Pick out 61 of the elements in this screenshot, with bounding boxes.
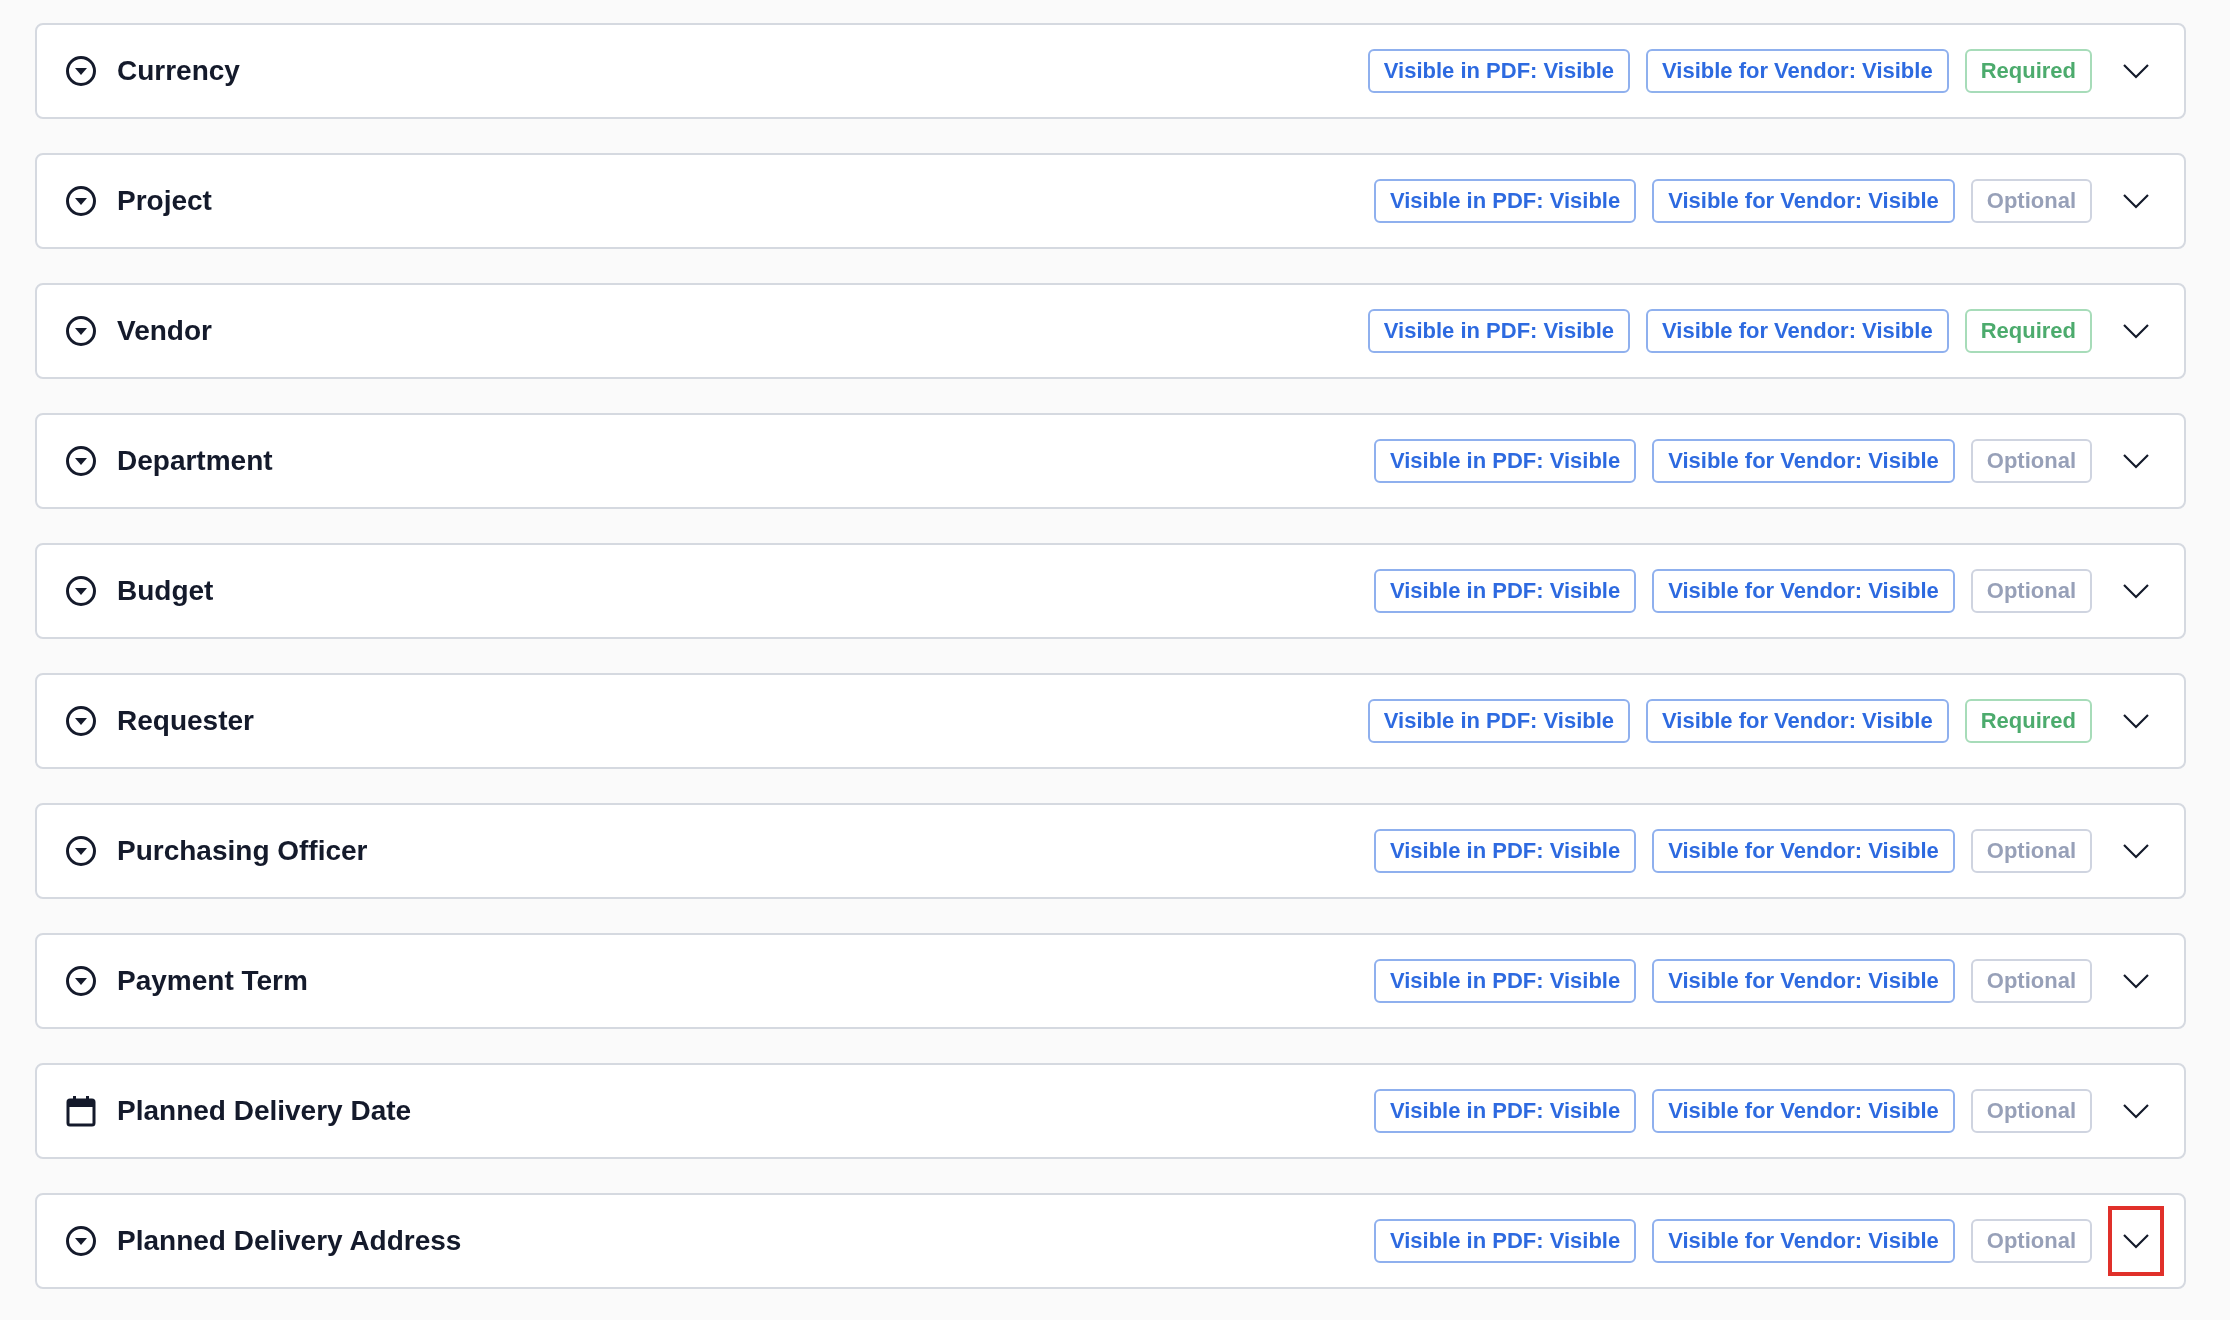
vendor-visibility-tag: Visible for Vendor: Visible <box>1652 1089 1955 1133</box>
requirement-tag: Optional <box>1970 829 2092 873</box>
chevron-down-icon <box>2122 63 2150 79</box>
requirement-tag: Required <box>1964 699 2092 743</box>
field-title: Planned Delivery Date <box>117 1095 413 1127</box>
pdf-visibility-tag: Visible in PDF: Visible <box>1373 1089 1637 1133</box>
field-title: Budget <box>117 575 215 607</box>
pdf-visibility-tag: Visible in PDF: Visible <box>1373 1219 1637 1263</box>
vendor-visibility-tag: Visible for Vendor: Visible <box>1652 959 1955 1003</box>
pdf-visibility-tag: Visible in PDF: Visible <box>1373 829 1637 873</box>
chevron-down-icon <box>2122 973 2150 989</box>
requirement-tag: Required <box>1964 49 2092 93</box>
calendar-icon <box>65 1095 97 1127</box>
requirement-tag: Optional <box>1970 959 2092 1003</box>
chevron-down-icon <box>2122 193 2150 209</box>
vendor-visibility-tag: Visible for Vendor: Visible <box>1646 49 1949 93</box>
field-title: Vendor <box>117 315 213 347</box>
dropdown-circle-icon <box>65 445 97 477</box>
vendor-visibility-tag: Visible for Vendor: Visible <box>1652 569 1955 613</box>
chevron-down-icon <box>2122 1103 2150 1119</box>
requirement-tag: Optional <box>1970 1089 2092 1133</box>
pdf-visibility-tag: Visible in PDF: Visible <box>1373 439 1637 483</box>
vendor-visibility-tag: Visible for Vendor: Visible <box>1652 1219 1955 1263</box>
dropdown-circle-icon <box>65 835 97 867</box>
dropdown-circle-icon <box>65 315 97 347</box>
dropdown-circle-icon <box>65 55 97 87</box>
vendor-visibility-tag: Visible for Vendor: Visible <box>1652 829 1955 873</box>
expand-button[interactable] <box>2108 1206 2164 1276</box>
chevron-down-icon <box>2122 323 2150 339</box>
field-title: Planned Delivery Address <box>117 1225 463 1257</box>
pdf-visibility-tag: Visible in PDF: Visible <box>1367 699 1631 743</box>
vendor-visibility-tag: Visible for Vendor: Visible <box>1646 699 1949 743</box>
chevron-down-icon <box>2122 843 2150 859</box>
chevron-down-icon <box>2122 583 2150 599</box>
vendor-visibility-tag: Visible for Vendor: Visible <box>1652 179 1955 223</box>
chevron-down-icon <box>2122 713 2150 729</box>
dropdown-circle-icon <box>65 1225 97 1257</box>
field-title: Department <box>117 445 274 477</box>
dropdown-circle-icon <box>65 185 97 217</box>
requirement-tag: Optional <box>1970 439 2092 483</box>
chevron-down-icon <box>2122 1233 2150 1249</box>
vendor-visibility-tag: Visible for Vendor: Visible <box>1646 309 1949 353</box>
requirement-tag: Required <box>1964 309 2092 353</box>
pdf-visibility-tag: Visible in PDF: Visible <box>1367 49 1631 93</box>
field-title: Payment Term <box>117 965 309 997</box>
dropdown-circle-icon <box>65 575 97 607</box>
field-title: Requester <box>117 705 255 737</box>
chevron-down-icon <box>2122 453 2150 469</box>
pdf-visibility-tag: Visible in PDF: Visible <box>1373 959 1637 1003</box>
field-title: Currency <box>117 55 241 87</box>
pdf-visibility-tag: Visible in PDF: Visible <box>1373 179 1637 223</box>
pdf-visibility-tag: Visible in PDF: Visible <box>1373 569 1637 613</box>
dropdown-circle-icon <box>65 705 97 737</box>
dropdown-circle-icon <box>65 965 97 997</box>
pdf-visibility-tag: Visible in PDF: Visible <box>1367 309 1631 353</box>
field-title: Purchasing Officer <box>117 835 369 867</box>
requirement-tag: Optional <box>1970 179 2092 223</box>
field-title: Project <box>117 185 213 217</box>
vendor-visibility-tag: Visible for Vendor: Visible <box>1652 439 1955 483</box>
requirement-tag: Optional <box>1970 1219 2092 1263</box>
requirement-tag: Optional <box>1970 569 2092 613</box>
